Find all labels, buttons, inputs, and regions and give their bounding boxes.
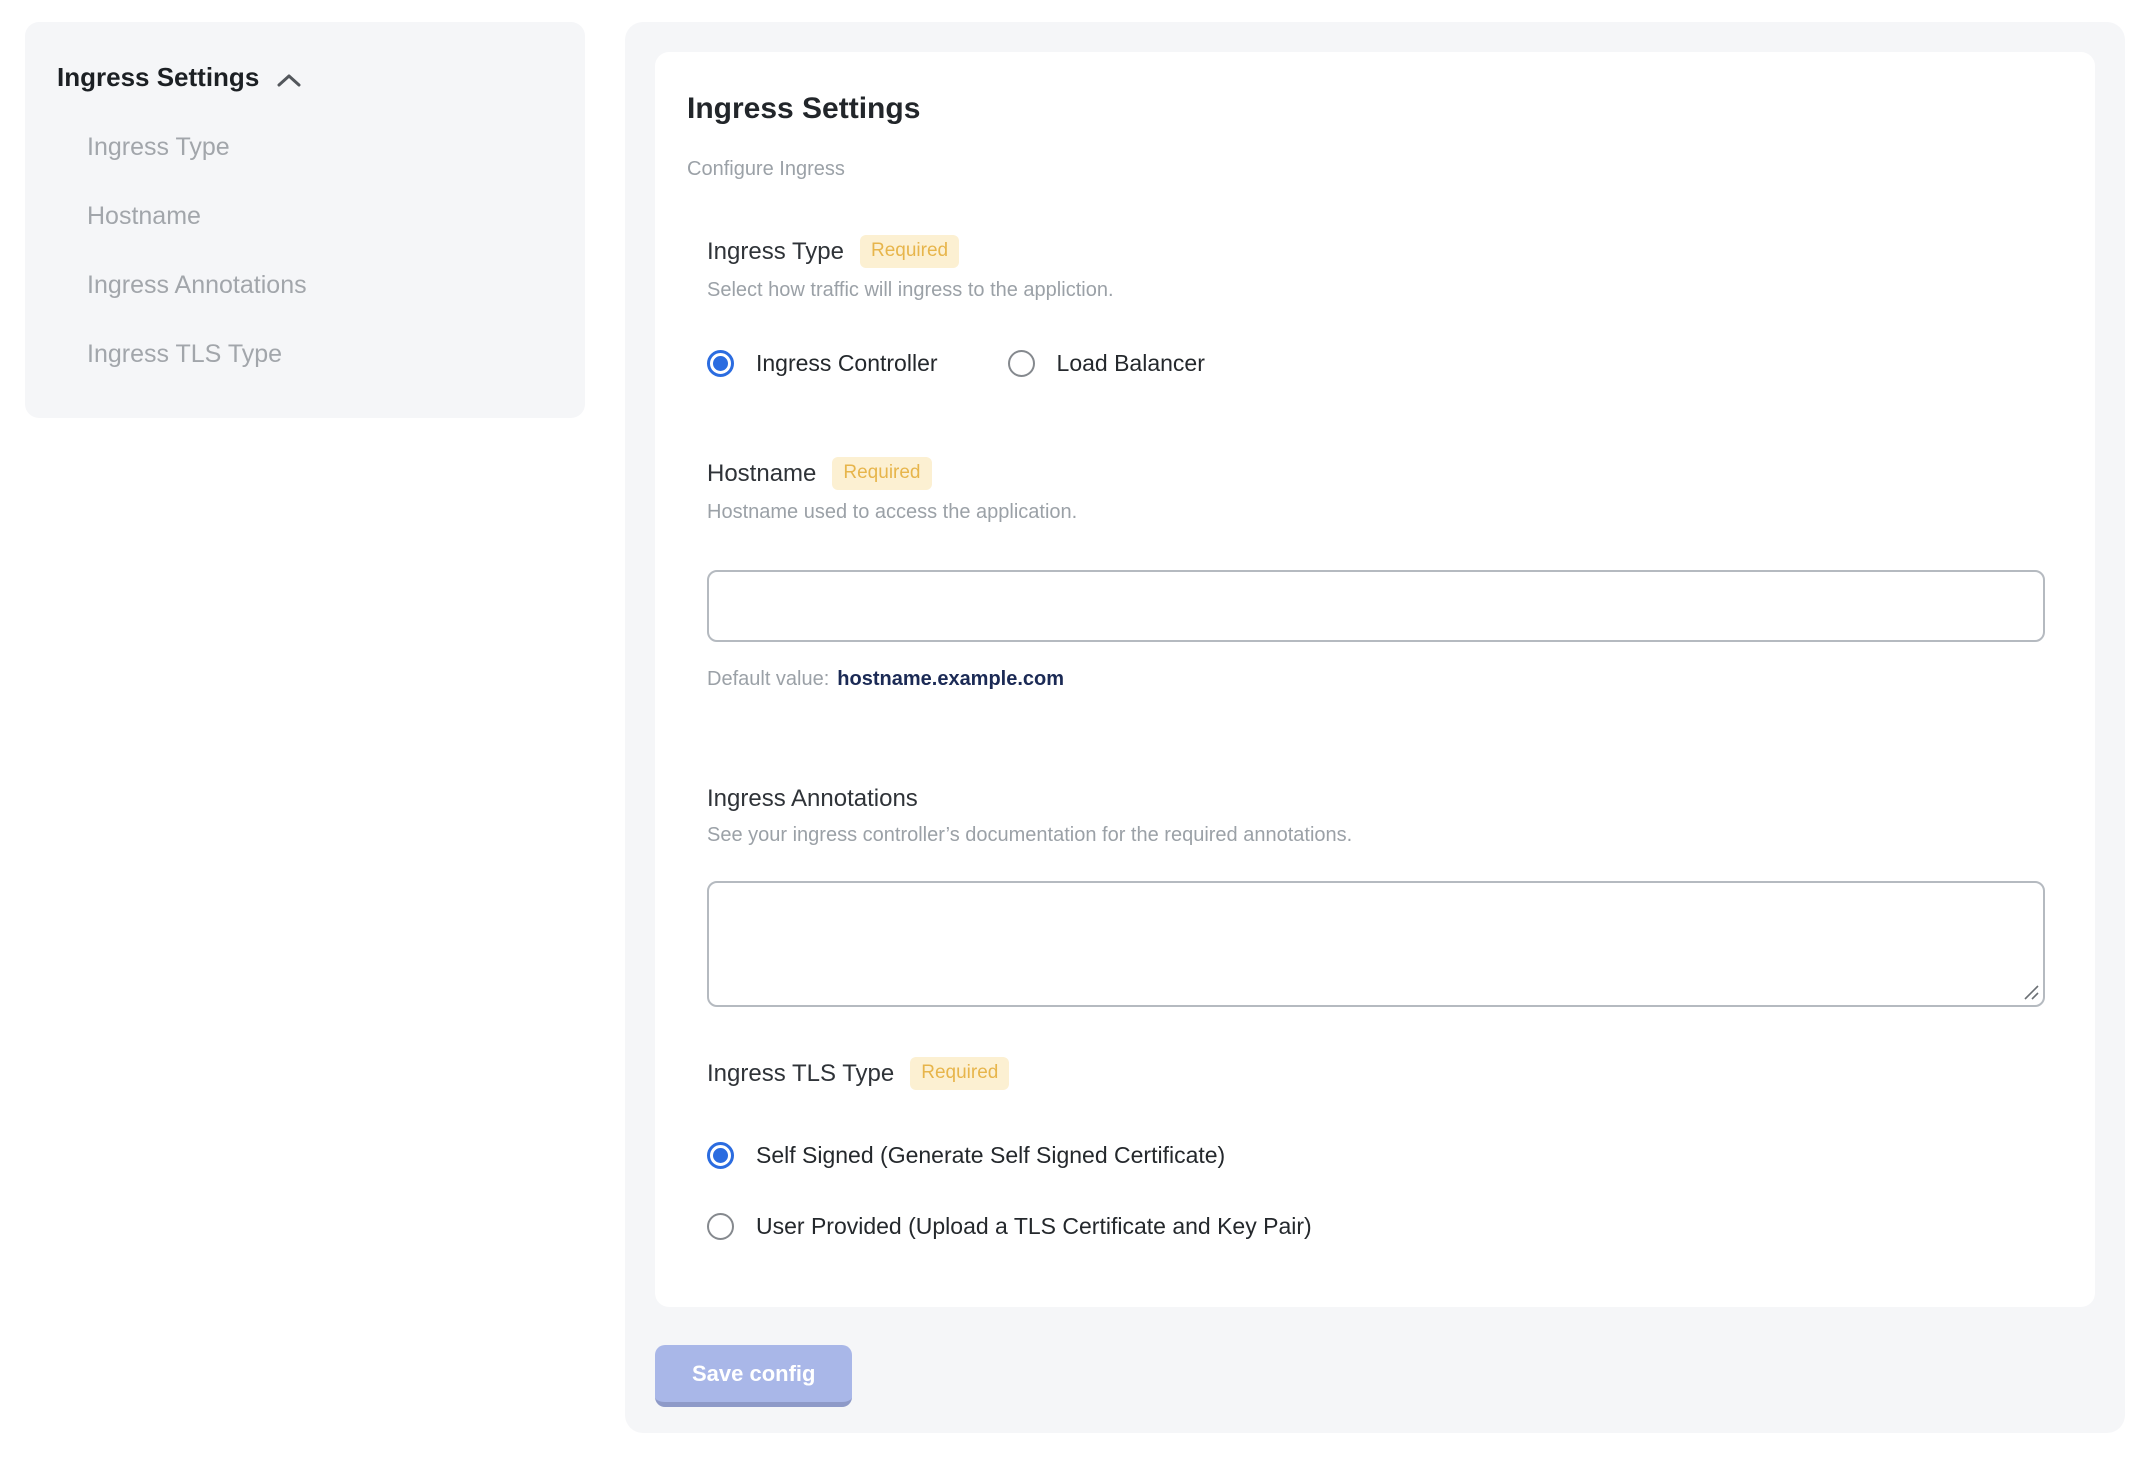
annotations-textarea-wrap	[707, 881, 2045, 1007]
save-config-button[interactable]: Save config	[655, 1345, 853, 1407]
section-ingress-type: Ingress Type Required Select how traffic…	[707, 235, 2045, 377]
sidebar-item-hostname[interactable]: Hostname	[87, 202, 553, 231]
field-label-row: Hostname Required	[707, 457, 2045, 490]
main-panel: Ingress Settings Configure Ingress Ingre…	[625, 22, 2125, 1433]
field-label-ingress-tls-type: Ingress TLS Type	[707, 1059, 895, 1087]
radio-unselected-icon[interactable]	[707, 1213, 734, 1240]
settings-sidebar: Ingress Settings Ingress Type Hostname I…	[25, 22, 585, 418]
radio-group-ingress-tls-type: Self Signed (Generate Self Signed Certif…	[707, 1142, 2045, 1240]
settings-card: Ingress Settings Configure Ingress Ingre…	[655, 52, 2095, 1307]
field-label-hostname: Hostname	[707, 459, 817, 487]
field-label-row: Ingress Type Required	[707, 235, 2045, 268]
radio-option-ingress-controller[interactable]: Ingress Controller	[707, 350, 938, 377]
field-label-ingress-annotations: Ingress Annotations	[707, 785, 918, 812]
radio-selected-icon[interactable]	[707, 1142, 734, 1169]
radio-label-self-signed: Self Signed (Generate Self Signed Certif…	[756, 1142, 1226, 1168]
sidebar-item-ingress-annotations[interactable]: Ingress Annotations	[87, 271, 553, 300]
radio-group-ingress-type: Ingress Controller Load Balancer	[707, 350, 2045, 377]
sidebar-section-title: Ingress Settings	[57, 62, 260, 92]
default-value: hostname.example.com	[837, 668, 1065, 690]
sidebar-item-ingress-tls-type[interactable]: Ingress TLS Type	[87, 340, 553, 369]
sidebar-item-list: Ingress Type Hostname Ingress Annotation…	[57, 133, 553, 369]
page-subtitle: Configure Ingress	[687, 158, 845, 180]
required-badge: Required	[832, 457, 932, 490]
annotations-textarea[interactable]	[707, 881, 2045, 1007]
radio-label-user-provided: User Provided (Upload a TLS Certificate …	[756, 1213, 1312, 1239]
radio-option-load-balancer[interactable]: Load Balancer	[1007, 350, 1205, 377]
field-description-hostname: Hostname used to access the application.	[707, 501, 1078, 523]
required-badge: Required	[859, 235, 960, 268]
sidebar-item-ingress-type[interactable]: Ingress Type	[87, 133, 553, 162]
section-ingress-annotations: Ingress Annotations See your ingress con…	[707, 785, 2045, 1007]
sidebar-section-toggle[interactable]: Ingress Settings	[57, 62, 553, 93]
radio-label-load-balancer: Load Balancer	[1056, 350, 1205, 376]
field-description-ingress-type: Select how traffic will ingress to the a…	[707, 279, 1114, 301]
section-ingress-tls-type: Ingress TLS Type Required Self Signed (G…	[707, 1057, 2045, 1240]
radio-label-ingress-controller: Ingress Controller	[756, 350, 938, 376]
default-value-prefix: Default value:	[707, 668, 830, 690]
field-label-ingress-type: Ingress Type	[707, 237, 844, 265]
field-label-row: Ingress TLS Type Required	[707, 1057, 2045, 1090]
radio-selected-icon[interactable]	[707, 350, 734, 377]
field-description-ingress-annotations: See your ingress controller’s documentat…	[707, 824, 1353, 846]
field-label-row: Ingress Annotations	[707, 785, 2045, 813]
section-hostname: Hostname Required Hostname used to acces…	[707, 457, 2045, 691]
required-badge: Required	[910, 1057, 1010, 1090]
default-value-note: Default value: hostname.example.com	[707, 668, 2045, 691]
hostname-input[interactable]	[707, 570, 2045, 642]
radio-option-user-provided[interactable]: User Provided (Upload a TLS Certificate …	[707, 1213, 2045, 1240]
radio-unselected-icon[interactable]	[1007, 350, 1035, 377]
radio-option-self-signed[interactable]: Self Signed (Generate Self Signed Certif…	[707, 1142, 2045, 1169]
chevron-up-icon	[275, 71, 303, 89]
page-title: Ingress Settings	[687, 92, 921, 125]
